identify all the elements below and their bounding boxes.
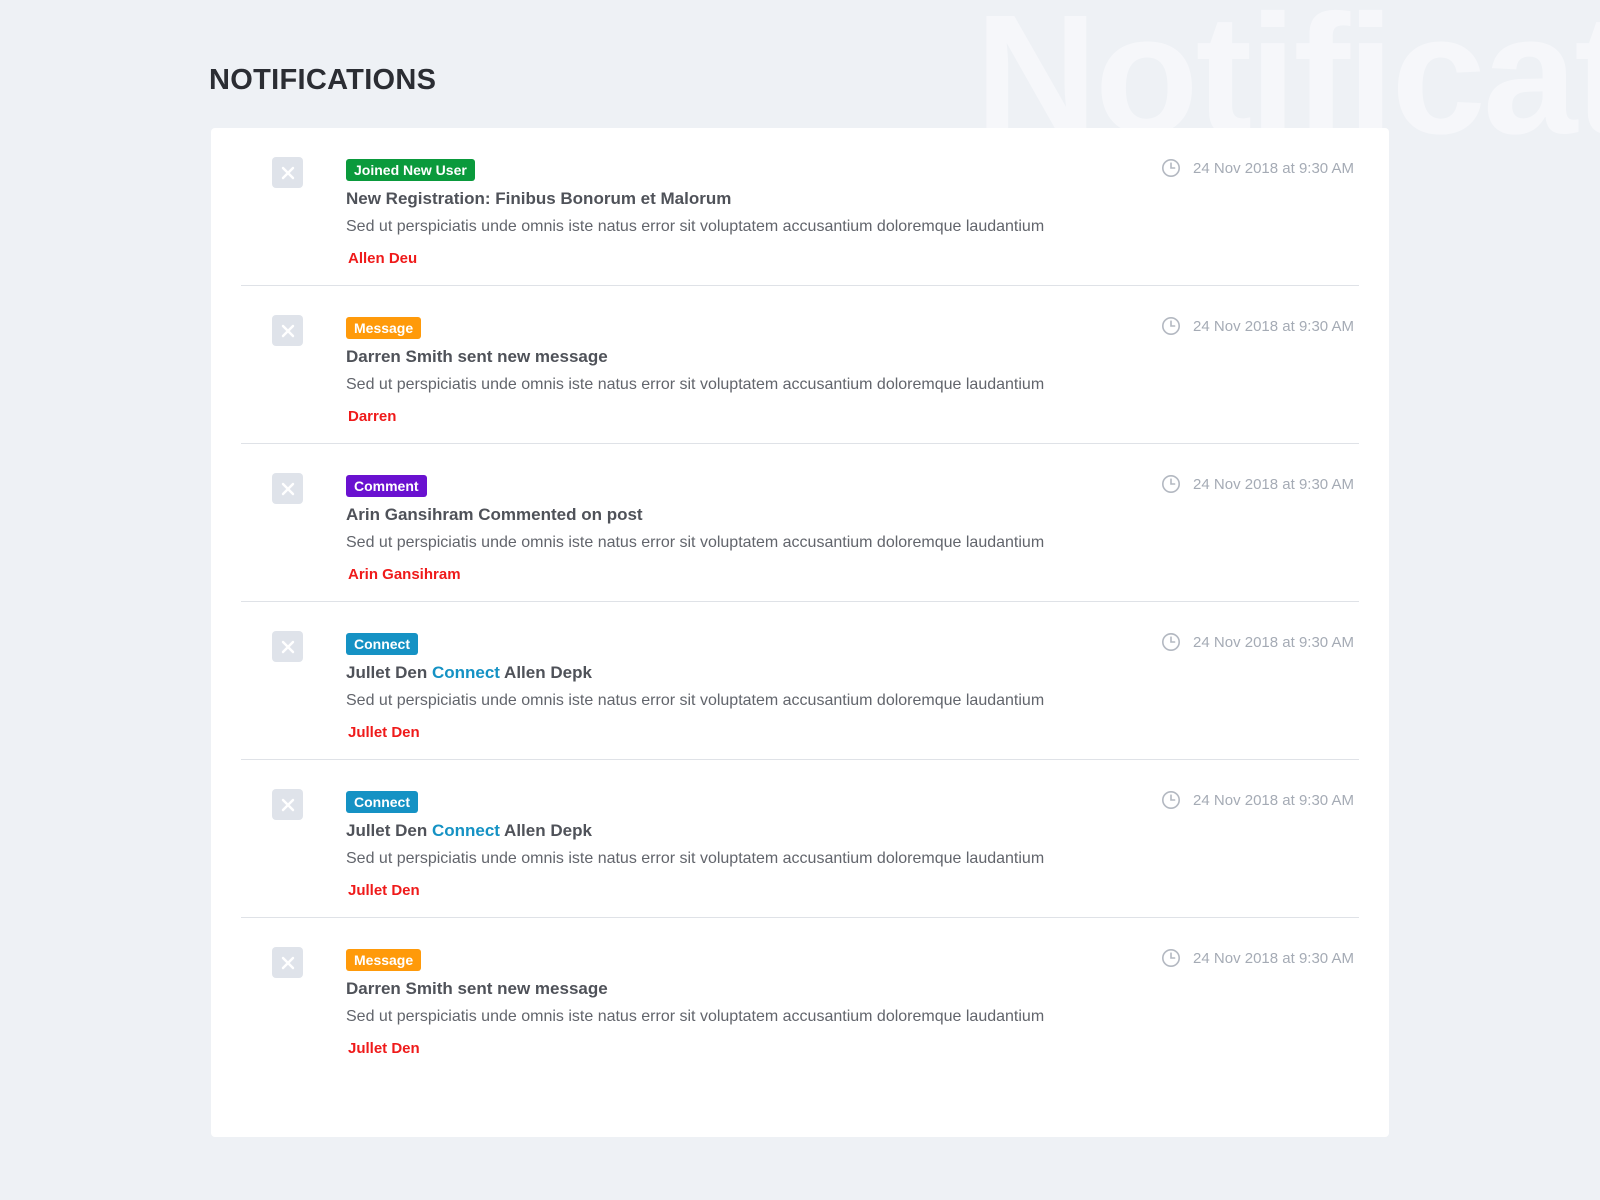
notification-title: Darren Smith sent new message — [346, 979, 1359, 999]
notification-item: Comment Arin Gansihram Commented on post… — [241, 444, 1359, 602]
notifications-page: Notificat NOTIFICATIONS Joined New User … — [0, 0, 1600, 1200]
notification-type-badge: Message — [346, 949, 422, 971]
notification-author-link[interactable]: Darren — [348, 408, 396, 425]
notification-description: Sed ut perspiciatis unde omnis iste natu… — [346, 692, 1045, 709]
time-text: 24 Nov 2018 at 9:30 AM — [1193, 949, 1354, 967]
notification-author-link[interactable]: Jullet Den — [348, 882, 420, 899]
close-icon — [281, 798, 294, 811]
dismiss-button[interactable] — [272, 631, 303, 662]
notification-description: Sed ut perspiciatis unde omnis iste natu… — [346, 376, 1045, 393]
notification-item: Connect Jullet Den Connect Allen Depk Se… — [241, 602, 1359, 760]
notification-time: 24 Nov 2018 at 9:30 AM — [1161, 632, 1354, 652]
close-icon — [281, 956, 294, 969]
time-text: 24 Nov 2018 at 9:30 AM — [1193, 791, 1354, 809]
title-text: Darren Smith sent new message — [346, 979, 608, 998]
notification-description: Sed ut perspiciatis unde omnis iste natu… — [346, 218, 1045, 235]
notification-description: Sed ut perspiciatis unde omnis iste natu… — [346, 1008, 1045, 1025]
notification-type-badge: Message — [346, 317, 422, 339]
notification-time: 24 Nov 2018 at 9:30 AM — [1161, 474, 1354, 494]
notification-author-link[interactable]: Allen Deu — [348, 250, 417, 267]
title-text-after: Allen Depk — [499, 663, 592, 682]
dismiss-button[interactable] — [272, 315, 303, 346]
notification-time: 24 Nov 2018 at 9:30 AM — [1161, 158, 1354, 178]
notification-type-badge: Connect — [346, 633, 418, 655]
notification-author-link[interactable]: Jullet Den — [348, 1040, 420, 1057]
notification-title: Jullet Den Connect Allen Depk — [346, 663, 1359, 683]
time-text: 24 Nov 2018 at 9:30 AM — [1193, 633, 1354, 651]
notification-type-badge: Comment — [346, 475, 427, 497]
clock-icon — [1162, 317, 1181, 335]
title-text: Jullet Den — [346, 821, 432, 840]
title-connect-highlight[interactable]: Connect — [432, 663, 500, 682]
close-icon — [281, 166, 294, 179]
title-text-after: Allen Depk — [499, 821, 592, 840]
close-icon — [281, 324, 294, 337]
notification-description: Sed ut perspiciatis unde omnis iste natu… — [346, 534, 1045, 551]
time-text: 24 Nov 2018 at 9:30 AM — [1193, 475, 1354, 493]
close-icon — [281, 482, 294, 495]
dismiss-button[interactable] — [272, 157, 303, 188]
clock-icon — [1162, 159, 1181, 177]
notification-item: Joined New User New Registration: Finibu… — [241, 128, 1359, 286]
notification-item: Message Darren Smith sent new message Se… — [241, 286, 1359, 444]
dismiss-button[interactable] — [272, 947, 303, 978]
dismiss-button[interactable] — [272, 789, 303, 820]
time-text: 24 Nov 2018 at 9:30 AM — [1193, 159, 1354, 177]
title-connect-highlight[interactable]: Connect — [432, 821, 500, 840]
clock-icon — [1162, 949, 1181, 967]
close-icon — [281, 640, 294, 653]
clock-icon — [1162, 633, 1181, 651]
notification-title: Jullet Den Connect Allen Depk — [346, 821, 1359, 841]
notification-time: 24 Nov 2018 at 9:30 AM — [1161, 948, 1354, 968]
title-text: Darren Smith sent new message — [346, 347, 608, 366]
time-text: 24 Nov 2018 at 9:30 AM — [1193, 317, 1354, 335]
notification-item: Connect Jullet Den Connect Allen Depk Se… — [241, 760, 1359, 918]
title-text: New Registration: Finibus Bonorum et Mal… — [346, 189, 732, 208]
notification-title: Darren Smith sent new message — [346, 347, 1359, 367]
page-title: NOTIFICATIONS — [209, 64, 437, 96]
notification-author-link[interactable]: Arin Gansihram — [348, 566, 461, 583]
notification-type-badge: Connect — [346, 791, 418, 813]
notification-description: Sed ut perspiciatis unde omnis iste natu… — [346, 850, 1045, 867]
clock-icon — [1162, 475, 1181, 493]
notification-author-link[interactable]: Jullet Den — [348, 724, 420, 741]
clock-icon — [1162, 791, 1181, 809]
notification-type-badge: Joined New User — [346, 159, 475, 181]
title-text: Arin Gansihram Commented on post — [346, 505, 643, 524]
notification-time: 24 Nov 2018 at 9:30 AM — [1161, 316, 1354, 336]
notification-time: 24 Nov 2018 at 9:30 AM — [1161, 790, 1354, 810]
notification-title: Arin Gansihram Commented on post — [346, 505, 1359, 525]
notification-title: New Registration: Finibus Bonorum et Mal… — [346, 189, 1359, 209]
title-text: Jullet Den — [346, 663, 432, 682]
dismiss-button[interactable] — [272, 473, 303, 504]
notifications-card: Joined New User New Registration: Finibu… — [211, 128, 1389, 1137]
notification-item: Message Darren Smith sent new message Se… — [241, 918, 1359, 1076]
